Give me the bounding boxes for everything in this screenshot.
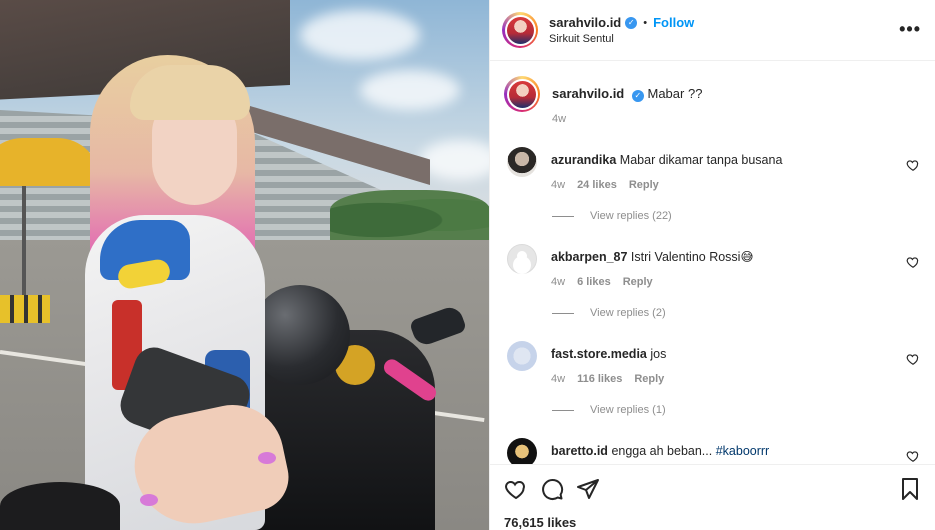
comment-item: fast.store.media jos 4w 116 likes Reply xyxy=(504,339,922,385)
hashtag-link[interactable]: #kaboorrr xyxy=(716,444,770,458)
comment-time[interactable]: 4w xyxy=(551,276,565,288)
reply-button[interactable]: Reply xyxy=(634,373,664,385)
view-replies-button[interactable]: View replies (2) xyxy=(552,307,922,319)
follow-button[interactable]: Follow xyxy=(653,15,694,30)
caption-text: Mabar ?? xyxy=(647,86,703,101)
avatar-image xyxy=(506,16,534,44)
likes-count[interactable]: 76,615 likes xyxy=(504,515,922,530)
view-replies-label: View replies (22) xyxy=(590,210,672,222)
view-replies-button[interactable]: View replies (1) xyxy=(552,404,922,416)
view-replies-button[interactable]: View replies (22) xyxy=(552,210,922,222)
caption-username[interactable]: sarahvilo.id xyxy=(552,86,624,101)
author-username[interactable]: sarahvilo.id xyxy=(549,15,621,30)
instagram-post: sarahvilo.id ✓ • Follow Sirkuit Sentul •… xyxy=(0,0,935,530)
heart-icon[interactable] xyxy=(906,449,920,463)
post-photo[interactable] xyxy=(0,0,489,530)
comment-username[interactable]: azurandika xyxy=(551,153,616,167)
comment-likes[interactable]: 24 likes xyxy=(577,179,617,191)
reply-button[interactable]: Reply xyxy=(623,276,653,288)
caption-time[interactable]: 4w xyxy=(552,113,566,125)
post-footer: 76,615 likes xyxy=(490,464,935,530)
view-replies-label: View replies (2) xyxy=(590,307,666,319)
trees xyxy=(330,190,489,240)
author-avatar[interactable] xyxy=(502,12,538,48)
commenter-avatar[interactable] xyxy=(507,244,537,274)
comment-time[interactable]: 4w xyxy=(551,373,565,385)
comment-username[interactable]: baretto.id xyxy=(551,444,608,458)
comment-item: azurandika Mabar dikamar tanpa busana 4w… xyxy=(504,145,922,191)
post-location[interactable]: Sirkuit Sentul xyxy=(549,33,694,45)
comment-time[interactable]: 4w xyxy=(551,179,565,191)
comment-icon[interactable] xyxy=(540,477,564,501)
post-header: sarahvilo.id ✓ • Follow Sirkuit Sentul •… xyxy=(490,0,935,61)
post-sidebar: sarahvilo.id ✓ • Follow Sirkuit Sentul •… xyxy=(489,0,935,530)
comment-item: akbarpen_87 Istri Valentino Rossi😅 4w 6 … xyxy=(504,242,922,288)
comment-likes[interactable]: 116 likes xyxy=(577,373,622,385)
comment-text: engga ah beban... xyxy=(611,444,713,458)
commenter-avatar[interactable] xyxy=(507,147,537,177)
comment-text: jos xyxy=(650,347,667,361)
verified-badge-icon: ✓ xyxy=(631,90,644,102)
heart-icon[interactable] xyxy=(906,255,920,269)
heart-icon[interactable] xyxy=(906,158,920,172)
commenter-avatar[interactable] xyxy=(507,341,537,371)
action-bar xyxy=(504,465,922,513)
verified-badge-icon: ✓ xyxy=(625,16,638,29)
heart-icon[interactable] xyxy=(906,352,920,366)
view-replies-label: View replies (1) xyxy=(590,404,666,416)
comments-list[interactable]: sarahvilo.id ✓ Mabar ?? 4w azurandika Ma… xyxy=(490,62,935,464)
paper-plane-icon[interactable] xyxy=(576,477,600,501)
reply-button[interactable]: Reply xyxy=(629,179,659,191)
comment-likes[interactable]: 6 likes xyxy=(577,276,611,288)
comment-item: baretto.id engga ah beban... #kaboorrr xyxy=(504,436,922,464)
heart-icon[interactable] xyxy=(504,477,528,501)
caption-avatar[interactable] xyxy=(504,76,540,112)
comment-username[interactable]: akbarpen_87 xyxy=(551,250,627,264)
bookmark-icon[interactable] xyxy=(898,477,922,501)
comment-username[interactable]: fast.store.media xyxy=(551,347,647,361)
comment-text: Istri Valentino Rossi😅 xyxy=(630,250,754,264)
comment-text: Mabar dikamar tanpa busana xyxy=(619,153,783,167)
commenter-avatar[interactable] xyxy=(507,438,537,464)
helmet xyxy=(250,285,350,385)
more-options-icon[interactable]: ••• xyxy=(899,20,921,38)
separator-dot: • xyxy=(643,16,648,29)
post-caption: sarahvilo.id ✓ Mabar ?? 4w xyxy=(504,76,922,125)
